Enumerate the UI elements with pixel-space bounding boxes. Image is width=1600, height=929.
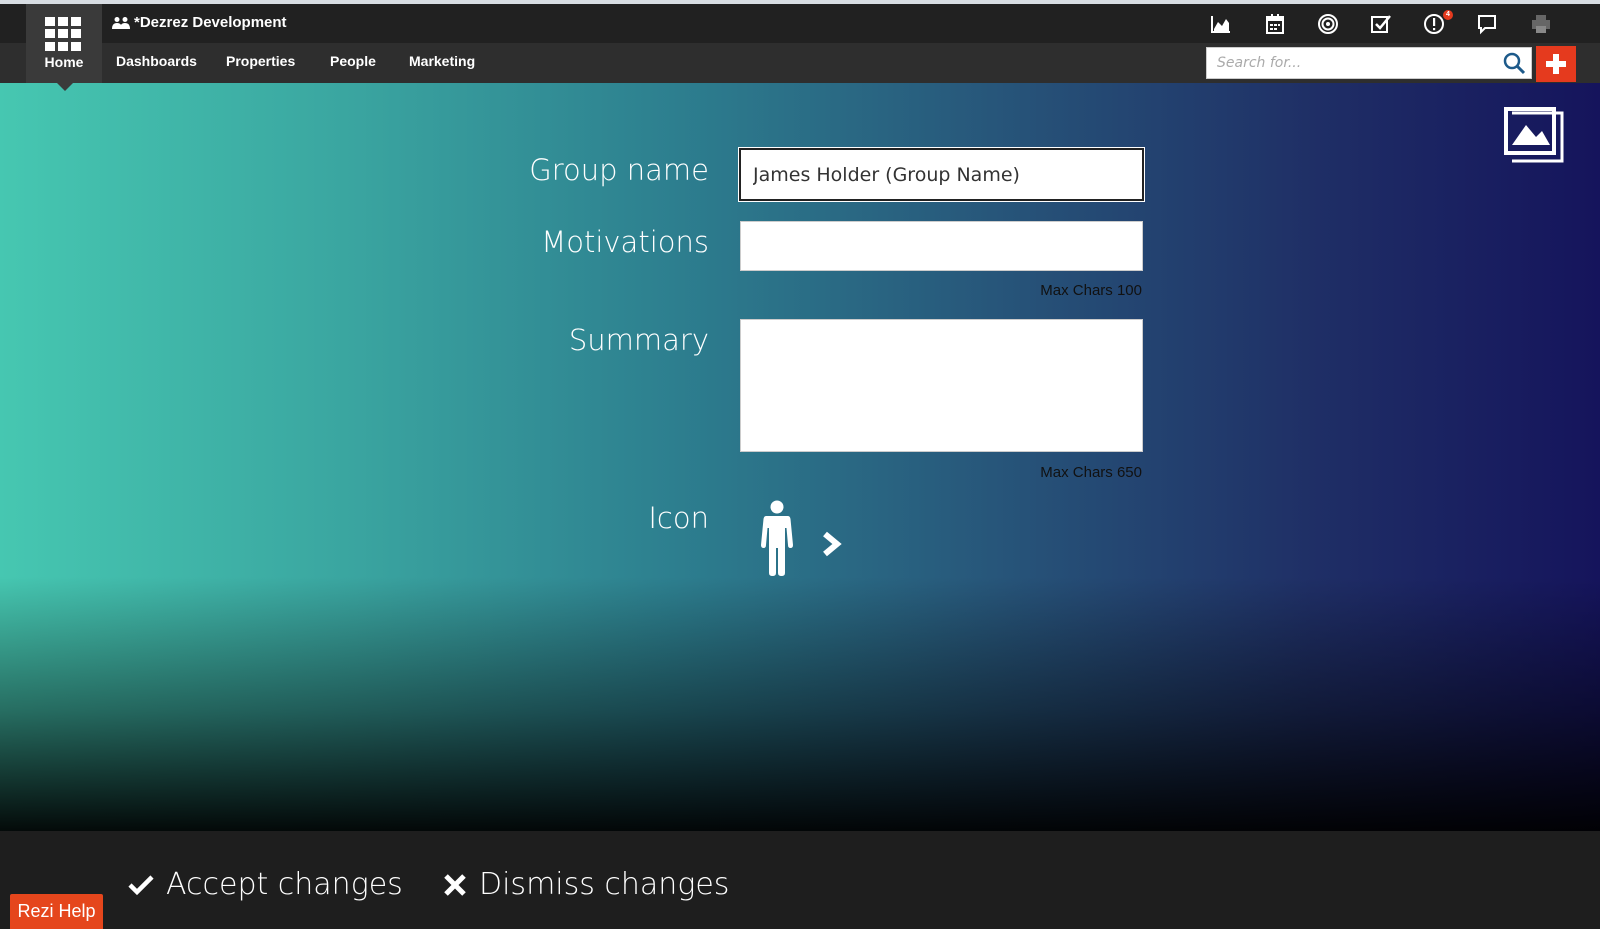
summary-textarea[interactable] bbox=[740, 319, 1143, 452]
chevron-right-icon[interactable] bbox=[822, 529, 844, 559]
app-title[interactable]: *Dezrez Development bbox=[112, 14, 287, 31]
icon-label: Icon bbox=[648, 501, 709, 535]
accept-changes-button[interactable]: Accept changes bbox=[128, 867, 403, 902]
app-title-text: *Dezrez Development bbox=[134, 14, 287, 31]
plus-icon bbox=[1546, 54, 1566, 74]
motivations-label: Motivations bbox=[541, 225, 709, 259]
nav-marketing[interactable]: Marketing bbox=[409, 53, 475, 69]
dismiss-changes-label: Dismiss changes bbox=[479, 867, 730, 902]
group-name-label: Group name bbox=[529, 153, 709, 187]
motivations-input[interactable] bbox=[740, 221, 1143, 271]
nav-people[interactable]: People bbox=[330, 53, 376, 69]
search-icon[interactable] bbox=[1502, 51, 1526, 75]
home-label: Home bbox=[44, 54, 84, 70]
motivations-hint: Max Chars 100 bbox=[1040, 282, 1142, 299]
main-content: Group name Motivations Max Chars 100 Sum… bbox=[0, 83, 1600, 831]
people-icon bbox=[112, 16, 130, 29]
search-box bbox=[1206, 47, 1532, 79]
search-input[interactable] bbox=[1207, 48, 1497, 78]
check-icon bbox=[128, 874, 154, 895]
home-button[interactable]: Home bbox=[26, 4, 102, 83]
apps-grid-icon bbox=[45, 17, 81, 51]
add-button[interactable] bbox=[1536, 46, 1576, 82]
home-caret-icon bbox=[57, 83, 73, 91]
gallery-icon[interactable] bbox=[1504, 107, 1564, 163]
summary-hint: Max Chars 650 bbox=[1040, 464, 1142, 481]
tasks-icon[interactable] bbox=[1370, 13, 1392, 35]
print-icon[interactable] bbox=[1530, 13, 1552, 35]
alert-badge: 4 bbox=[1443, 10, 1453, 20]
accept-changes-label: Accept changes bbox=[166, 867, 403, 902]
alert-icon[interactable] bbox=[1423, 13, 1445, 35]
close-icon bbox=[444, 873, 466, 896]
chat-icon[interactable] bbox=[1476, 13, 1498, 35]
calendar-icon[interactable] bbox=[1264, 13, 1286, 35]
chart-icon[interactable] bbox=[1210, 13, 1232, 35]
summary-label: Summary bbox=[568, 323, 709, 357]
nav-properties[interactable]: Properties bbox=[226, 53, 295, 69]
target-icon[interactable] bbox=[1317, 13, 1339, 35]
footer-bar: Accept changes Dismiss changes Rezi Help bbox=[0, 831, 1600, 929]
dismiss-changes-button[interactable]: Dismiss changes bbox=[443, 867, 729, 902]
group-name-input[interactable] bbox=[739, 148, 1144, 201]
person-icon[interactable] bbox=[757, 500, 797, 576]
rezi-help-button[interactable]: Rezi Help bbox=[10, 894, 103, 929]
nav-dashboards[interactable]: Dashboards bbox=[116, 53, 197, 69]
